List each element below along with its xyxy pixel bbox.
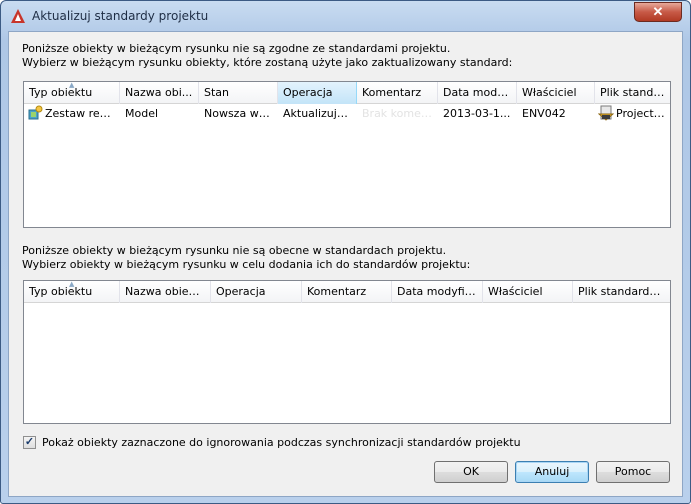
column-header-operation[interactable]: Operacja — [211, 281, 302, 303]
column-header-object-name[interactable]: Nazwa obi... — [120, 82, 199, 104]
cell-state: Nowsza we... — [204, 107, 276, 120]
show-ignored-label[interactable]: Pokaż obiekty zaznaczone do ignorowania … — [42, 436, 521, 449]
help-button[interactable]: Pomoc — [596, 461, 670, 483]
sort-ascending-icon: ▲ — [69, 82, 75, 89]
dialog-window: Aktualizuj standardy projektu ✕ Poniższe… — [0, 0, 691, 504]
column-header-standards-file[interactable]: Plik standardó... — [573, 281, 670, 303]
cell-standards-file: Project S... — [595, 104, 670, 124]
title-bar[interactable]: Aktualizuj standardy projektu ✕ — [1, 1, 690, 31]
nonconforming-objects-list[interactable]: ▲ Typ obiektu Nazwa obi... Stan Operacja… — [23, 81, 671, 228]
column-header-comment[interactable]: Komentarz — [357, 82, 438, 104]
plot-style-set-icon — [27, 105, 43, 121]
close-button[interactable]: ✕ — [634, 2, 682, 22]
ok-button[interactable]: OK — [434, 461, 508, 483]
sort-ascending-icon: ▲ — [69, 281, 75, 288]
top-description-line2: Wybierz w bieżącym rysunku obiekty, któr… — [22, 56, 513, 69]
standards-file-icon — [597, 105, 615, 121]
column-header-object-type[interactable]: ▲ Typ obiektu — [24, 82, 120, 104]
list-header: ▲ Typ obiektu Nazwa obi... Stan Operacja… — [24, 82, 670, 104]
show-ignored-checkbox[interactable]: ✓ — [23, 436, 36, 449]
bottom-description-line2: Wybierz obiekty w bieżącym rysunku w cel… — [22, 258, 471, 271]
cell-comment: Brak komen... — [362, 107, 438, 120]
top-description: Poniższe obiekty w bieżącym rysunku nie … — [22, 42, 512, 70]
column-header-owner[interactable]: Właściciel — [483, 281, 573, 303]
column-header-state[interactable]: Stan — [199, 82, 278, 104]
autocad-logo-icon — [10, 8, 26, 24]
column-header-modified-date[interactable]: Data mody... — [438, 82, 517, 104]
cell-owner: ENV042 — [522, 107, 566, 120]
column-header-owner[interactable]: Właściciel — [517, 82, 595, 104]
window-title: Aktualizuj standardy projektu — [32, 9, 209, 23]
dialog-body: Poniższe obiekty w bieżącym rysunku nie … — [8, 31, 683, 497]
cell-operation[interactable]: Aktualizuj s... — [278, 104, 357, 124]
table-row[interactable]: Zestaw repr... Model Nowsza we... Aktual… — [24, 104, 670, 124]
cell-object-type: Zestaw repr... — [24, 104, 120, 124]
column-header-standards-file[interactable]: Plik standar... — [595, 82, 670, 104]
column-header-comment[interactable]: Komentarz — [302, 281, 392, 303]
cancel-button[interactable]: Anuluj — [515, 461, 589, 483]
column-header-modified-date[interactable]: Data modyfikacji — [392, 281, 483, 303]
column-header-operation[interactable]: Operacja — [278, 82, 357, 104]
list-header: ▲ Typ obiektu Nazwa obiektu Operacja Kom… — [24, 281, 670, 303]
column-header-object-type[interactable]: ▲ Typ obiektu — [24, 281, 120, 303]
top-description-line1: Poniższe obiekty w bieżącym rysunku nie … — [22, 42, 451, 55]
column-header-object-name[interactable]: Nazwa obiektu — [120, 281, 211, 303]
bottom-description-line1: Poniższe obiekty w bieżącym rysunku nie … — [22, 244, 447, 257]
cell-object-name: Model — [125, 107, 159, 120]
bottom-description: Poniższe obiekty w bieżącym rysunku nie … — [22, 244, 470, 272]
cell-modified-date: 2013-03-1... — [443, 107, 511, 120]
missing-objects-list[interactable]: ▲ Typ obiektu Nazwa obiektu Operacja Kom… — [23, 280, 671, 424]
